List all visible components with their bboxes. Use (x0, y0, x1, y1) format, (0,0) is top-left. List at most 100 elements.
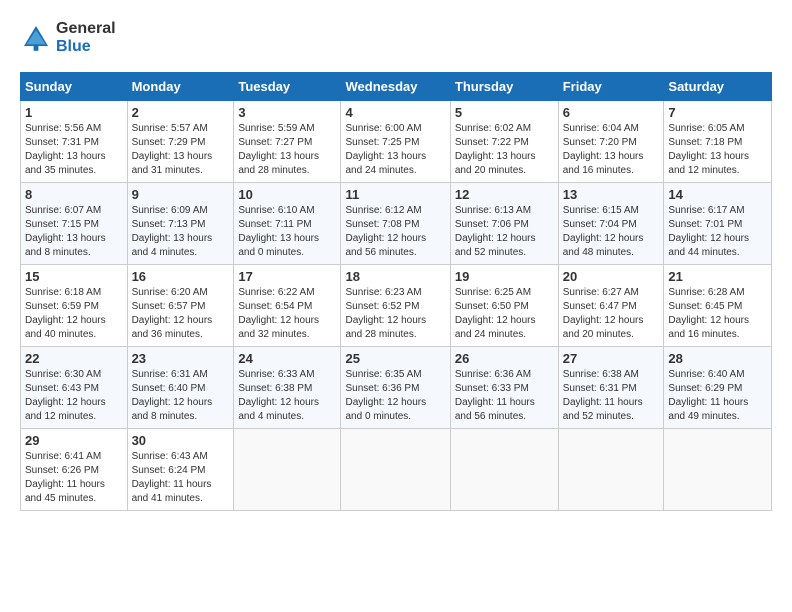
calendar-week-row: 1 Sunrise: 5:56 AM Sunset: 7:31 PM Daylig… (21, 101, 772, 183)
day-info: Sunrise: 6:38 AM Sunset: 6:31 PM Dayligh… (563, 368, 660, 424)
calendar-cell: 8 Sunrise: 6:07 AM Sunset: 7:15 PM Daylig… (21, 183, 128, 265)
day-number: 16 (132, 269, 230, 284)
day-info: Sunrise: 6:36 AM Sunset: 6:33 PM Dayligh… (455, 368, 554, 424)
calendar-header-thursday: Thursday (450, 73, 558, 101)
day-number: 1 (25, 105, 123, 120)
day-number: 29 (25, 433, 123, 448)
day-info: Sunrise: 6:18 AM Sunset: 6:59 PM Dayligh… (25, 286, 123, 342)
day-info: Sunrise: 6:02 AM Sunset: 7:22 PM Dayligh… (455, 122, 554, 178)
calendar-cell (341, 429, 450, 511)
calendar-cell (664, 429, 772, 511)
logo-icon (20, 22, 52, 54)
calendar-cell: 26 Sunrise: 6:36 AM Sunset: 6:33 PM Dayli… (450, 347, 558, 429)
day-info: Sunrise: 6:35 AM Sunset: 6:36 PM Dayligh… (345, 368, 445, 424)
day-info: Sunrise: 5:57 AM Sunset: 7:29 PM Dayligh… (132, 122, 230, 178)
day-number: 15 (25, 269, 123, 284)
day-number: 10 (238, 187, 336, 202)
day-info: Sunrise: 6:12 AM Sunset: 7:08 PM Dayligh… (345, 204, 445, 260)
calendar-cell: 3Sunrise: 5:59 AM Sunset: 7:27 PM Daylig… (234, 101, 341, 183)
day-info: Sunrise: 6:15 AM Sunset: 7:04 PM Dayligh… (563, 204, 660, 260)
calendar-cell: 21 Sunrise: 6:28 AM Sunset: 6:45 PM Dayli… (664, 265, 772, 347)
day-number: 23 (132, 351, 230, 366)
calendar-cell: 20 Sunrise: 6:27 AM Sunset: 6:47 PM Dayli… (558, 265, 664, 347)
calendar-cell (558, 429, 664, 511)
day-info: Sunrise: 6:31 AM Sunset: 6:40 PM Dayligh… (132, 368, 230, 424)
day-number: 4 (345, 105, 445, 120)
day-info: Sunrise: 6:23 AM Sunset: 6:52 PM Dayligh… (345, 286, 445, 342)
day-info: Sunrise: 6:20 AM Sunset: 6:57 PM Dayligh… (132, 286, 230, 342)
day-number: 19 (455, 269, 554, 284)
day-info: Sunrise: 6:25 AM Sunset: 6:50 PM Dayligh… (455, 286, 554, 342)
day-info: Sunrise: 6:00 AM Sunset: 7:25 PM Dayligh… (345, 122, 445, 178)
day-number: 9 (132, 187, 230, 202)
day-info: Sunrise: 6:40 AM Sunset: 6:29 PM Dayligh… (668, 368, 767, 424)
day-number: 24 (238, 351, 336, 366)
calendar-cell: 4 Sunrise: 6:00 AM Sunset: 7:25 PM Daylig… (341, 101, 450, 183)
calendar-header-tuesday: Tuesday (234, 73, 341, 101)
day-info: Sunrise: 6:33 AM Sunset: 6:38 PM Dayligh… (238, 368, 336, 424)
day-number: 21 (668, 269, 767, 284)
calendar-cell: 5 Sunrise: 6:02 AM Sunset: 7:22 PM Daylig… (450, 101, 558, 183)
calendar-week-row: 15 Sunrise: 6:18 AM Sunset: 6:59 PM Dayli… (21, 265, 772, 347)
calendar-cell: 25 Sunrise: 6:35 AM Sunset: 6:36 PM Dayli… (341, 347, 450, 429)
day-number: 14 (668, 187, 767, 202)
day-info: Sunrise: 6:41 AM Sunset: 6:26 PM Dayligh… (25, 450, 123, 506)
calendar-cell (234, 429, 341, 511)
logo: General Blue (20, 20, 116, 56)
calendar-cell: 22Sunrise: 6:30 AM Sunset: 6:43 PM Dayli… (21, 347, 128, 429)
day-number: 28 (668, 351, 767, 366)
day-info: Sunrise: 5:59 AM Sunset: 7:27 PM Dayligh… (238, 122, 336, 178)
calendar-table: SundayMondayTuesdayWednesdayThursdayFrid… (20, 72, 772, 511)
calendar-week-row: 8 Sunrise: 6:07 AM Sunset: 7:15 PM Daylig… (21, 183, 772, 265)
day-number: 8 (25, 187, 123, 202)
calendar-cell: 27 Sunrise: 6:38 AM Sunset: 6:31 PM Dayli… (558, 347, 664, 429)
day-number: 26 (455, 351, 554, 366)
logo-text: General Blue (56, 20, 116, 56)
day-number: 27 (563, 351, 660, 366)
day-info: Sunrise: 6:09 AM Sunset: 7:13 PM Dayligh… (132, 204, 230, 260)
calendar-cell: 7 Sunrise: 6:05 AM Sunset: 7:18 PM Daylig… (664, 101, 772, 183)
calendar-header-friday: Friday (558, 73, 664, 101)
day-info: Sunrise: 6:27 AM Sunset: 6:47 PM Dayligh… (563, 286, 660, 342)
calendar-cell: 30 Sunrise: 6:43 AM Sunset: 6:24 PM Dayli… (127, 429, 234, 511)
calendar-cell: 19 Sunrise: 6:25 AM Sunset: 6:50 PM Dayli… (450, 265, 558, 347)
calendar-cell: 18 Sunrise: 6:23 AM Sunset: 6:52 PM Dayli… (341, 265, 450, 347)
calendar-cell: 9 Sunrise: 6:09 AM Sunset: 7:13 PM Daylig… (127, 183, 234, 265)
calendar-header-sunday: Sunday (21, 73, 128, 101)
calendar-header-saturday: Saturday (664, 73, 772, 101)
calendar-header-wednesday: Wednesday (341, 73, 450, 101)
calendar-cell: 15 Sunrise: 6:18 AM Sunset: 6:59 PM Dayli… (21, 265, 128, 347)
calendar-cell: 2Sunrise: 5:57 AM Sunset: 7:29 PM Daylig… (127, 101, 234, 183)
day-info: Sunrise: 6:07 AM Sunset: 7:15 PM Dayligh… (25, 204, 123, 260)
calendar-header-monday: Monday (127, 73, 234, 101)
day-info: Sunrise: 6:28 AM Sunset: 6:45 PM Dayligh… (668, 286, 767, 342)
day-number: 6 (563, 105, 660, 120)
calendar-cell: 14 Sunrise: 6:17 AM Sunset: 7:01 PM Dayli… (664, 183, 772, 265)
day-number: 11 (345, 187, 445, 202)
day-info: Sunrise: 6:13 AM Sunset: 7:06 PM Dayligh… (455, 204, 554, 260)
day-info: Sunrise: 5:56 AM Sunset: 7:31 PM Dayligh… (25, 122, 123, 178)
calendar-cell: 24 Sunrise: 6:33 AM Sunset: 6:38 PM Dayli… (234, 347, 341, 429)
day-info: Sunrise: 6:04 AM Sunset: 7:20 PM Dayligh… (563, 122, 660, 178)
calendar-cell: 13 Sunrise: 6:15 AM Sunset: 7:04 PM Dayli… (558, 183, 664, 265)
day-number: 7 (668, 105, 767, 120)
day-info: Sunrise: 6:43 AM Sunset: 6:24 PM Dayligh… (132, 450, 230, 506)
day-info: Sunrise: 6:05 AM Sunset: 7:18 PM Dayligh… (668, 122, 767, 178)
day-number: 12 (455, 187, 554, 202)
day-number: 13 (563, 187, 660, 202)
calendar-cell (450, 429, 558, 511)
calendar-cell: 16 Sunrise: 6:20 AM Sunset: 6:57 PM Dayli… (127, 265, 234, 347)
day-number: 30 (132, 433, 230, 448)
day-number: 18 (345, 269, 445, 284)
day-number: 25 (345, 351, 445, 366)
calendar-cell: 1 Sunrise: 5:56 AM Sunset: 7:31 PM Daylig… (21, 101, 128, 183)
day-info: Sunrise: 6:17 AM Sunset: 7:01 PM Dayligh… (668, 204, 767, 260)
day-number: 20 (563, 269, 660, 284)
calendar-week-row: 29 Sunrise: 6:41 AM Sunset: 6:26 PM Dayli… (21, 429, 772, 511)
day-number: 22 (25, 351, 123, 366)
calendar-cell: 29 Sunrise: 6:41 AM Sunset: 6:26 PM Dayli… (21, 429, 128, 511)
day-number: 5 (455, 105, 554, 120)
calendar-cell: 17Sunrise: 6:22 AM Sunset: 6:54 PM Dayli… (234, 265, 341, 347)
calendar-cell: 12 Sunrise: 6:13 AM Sunset: 7:06 PM Dayli… (450, 183, 558, 265)
calendar-cell: 6 Sunrise: 6:04 AM Sunset: 7:20 PM Daylig… (558, 101, 664, 183)
